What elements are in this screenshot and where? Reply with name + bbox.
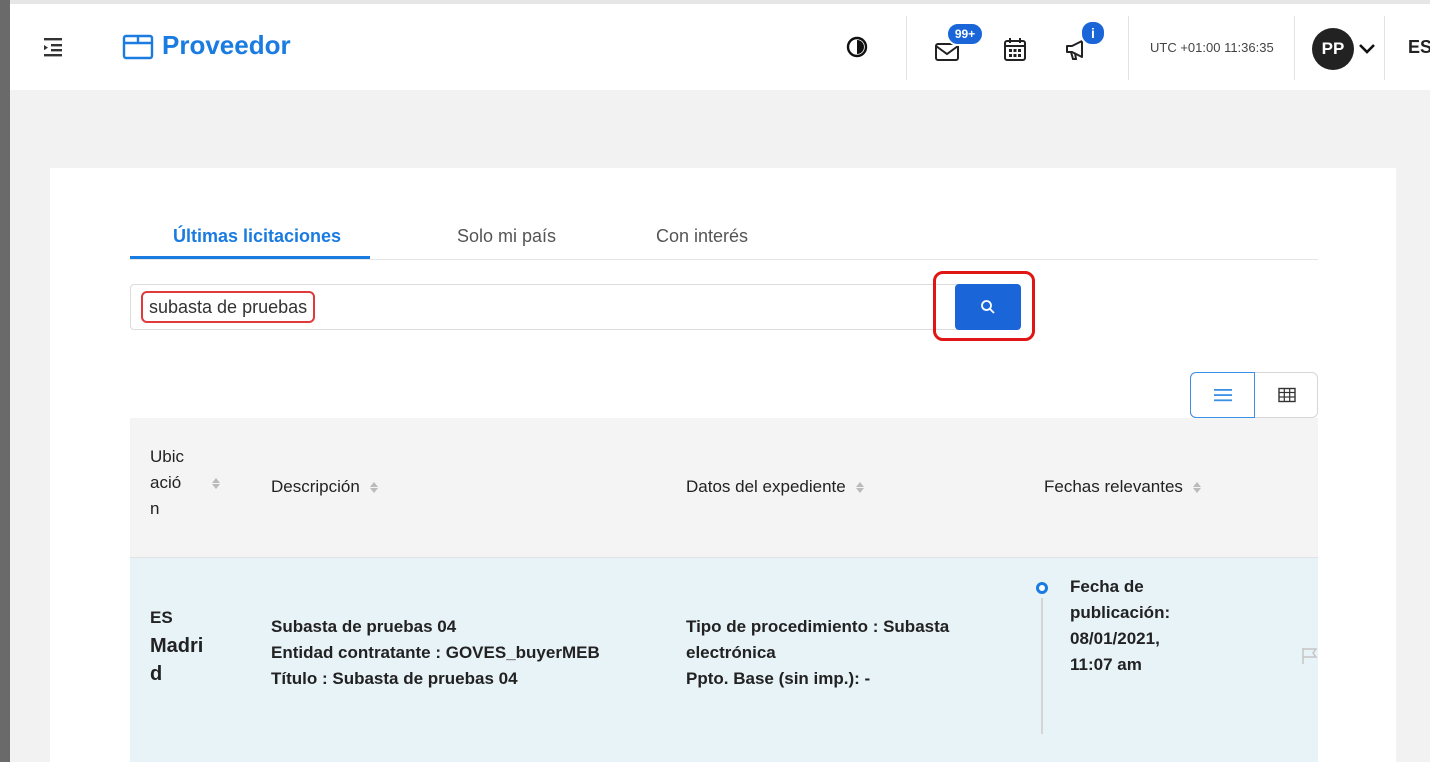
sort-icon xyxy=(855,481,864,493)
fecha-line: 11:07 am xyxy=(1070,655,1142,674)
expediente-cell: Tipo de procedimiento : Subasta electrón… xyxy=(686,614,949,692)
view-toggle xyxy=(1190,372,1318,418)
list-view-icon xyxy=(1213,389,1232,402)
timeline-line xyxy=(1041,598,1043,734)
location-city: Madrid xyxy=(150,635,204,685)
expediente-line: Tipo de procedimiento : Subasta xyxy=(686,617,950,636)
sort-icon xyxy=(1192,481,1201,493)
messages-button[interactable]: 99+ xyxy=(934,22,984,70)
column-datos-expediente[interactable]: Datos del expediente xyxy=(686,477,864,497)
description-line: Entidad contratante : GOVES_buyerMEB xyxy=(271,643,600,662)
grid-view-button[interactable] xyxy=(1255,373,1318,417)
location-country: ES xyxy=(150,608,173,627)
search-value-highlight: subasta de pruebas xyxy=(141,291,316,323)
column-fechas-relevantes-label: Fechas relevantes xyxy=(1044,477,1183,496)
search-button[interactable] xyxy=(955,284,1021,330)
search-input[interactable]: subasta de pruebas xyxy=(130,284,1020,330)
divider xyxy=(1294,16,1295,80)
tabs: Últimas licitaciones Solo mi país Con in… xyxy=(130,218,1318,260)
description-line: Título : Subasta de pruebas 04 xyxy=(271,669,518,688)
sort-icon xyxy=(369,481,378,493)
table-row[interactable]: ES Madrid Subasta de pruebas 04 Entidad … xyxy=(130,558,1318,762)
timeline-dot xyxy=(1036,582,1048,594)
tab-con-interes[interactable]: Con interés xyxy=(656,226,748,247)
language-label: ES xyxy=(1408,37,1430,57)
box-icon xyxy=(122,34,154,59)
alerts-badge: i xyxy=(1080,20,1106,46)
tenders-card: Últimas licitaciones Solo mi país Con in… xyxy=(50,168,1396,762)
avatar[interactable]: PP xyxy=(1312,28,1354,70)
fechas-cell: Fecha de publicación: 08/01/2021, 11:07 … xyxy=(1070,574,1170,678)
sort-icon xyxy=(212,478,220,489)
messages-badge: 99+ xyxy=(946,22,984,46)
fecha-line: publicación: xyxy=(1070,603,1171,622)
list-view-button[interactable] xyxy=(1190,372,1255,418)
column-ubicacion-label: Ubic ació n xyxy=(150,447,185,518)
flag-icon[interactable] xyxy=(1300,646,1320,666)
menu-collapse-icon[interactable] xyxy=(42,34,68,60)
description-line: Subasta de pruebas 04 xyxy=(271,617,457,636)
chevron-down-icon[interactable] xyxy=(1358,42,1376,56)
language-selector[interactable]: ES xyxy=(1408,37,1430,58)
table-header: Ubic ació n Descripción Datos del expedi… xyxy=(130,418,1318,558)
calendar-icon[interactable] xyxy=(1003,36,1027,62)
divider xyxy=(1128,16,1129,80)
fecha-line: 08/01/2021, xyxy=(1070,629,1160,648)
divider xyxy=(1384,16,1385,80)
clock: UTC +01:00 11:36:35 xyxy=(1150,40,1274,55)
tab-ultimas-licitaciones[interactable]: Últimas licitaciones xyxy=(173,226,341,247)
announcements-button[interactable]: i xyxy=(1064,20,1108,66)
brand-title: Proveedor xyxy=(162,30,291,60)
tab-solo-mi-pais[interactable]: Solo mi país xyxy=(457,226,556,247)
divider xyxy=(906,16,907,80)
column-descripcion[interactable]: Descripción xyxy=(271,477,378,497)
column-fechas-relevantes[interactable]: Fechas relevantes xyxy=(1044,477,1201,497)
top-header: Proveedor 99+ i UTC +01:00 11:36:35 PP E… xyxy=(10,0,1430,90)
column-descripcion-label: Descripción xyxy=(271,477,360,496)
active-tab-indicator xyxy=(130,256,370,259)
column-datos-expediente-label: Datos del expediente xyxy=(686,477,846,496)
description-cell: Subasta de pruebas 04 Entidad contratant… xyxy=(271,614,600,692)
column-ubicacion[interactable]: Ubic ació n xyxy=(150,444,220,522)
search-icon xyxy=(981,300,995,314)
expediente-line: electrónica xyxy=(686,643,776,662)
grid-view-icon xyxy=(1277,387,1296,403)
brand[interactable]: Proveedor xyxy=(122,30,291,61)
expediente-line: Ppto. Base (sin imp.): - xyxy=(686,669,871,688)
fecha-line: Fecha de xyxy=(1070,577,1144,596)
window-edge xyxy=(0,0,10,762)
contrast-icon[interactable] xyxy=(846,36,868,58)
